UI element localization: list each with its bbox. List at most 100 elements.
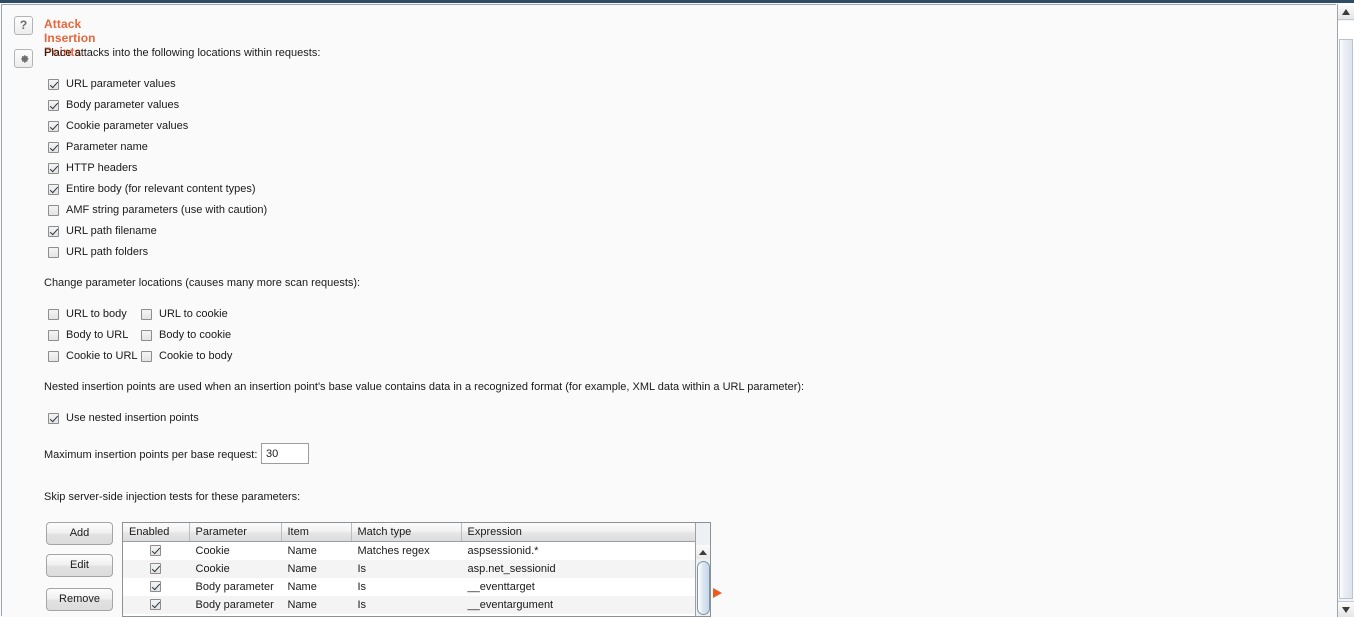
add-button[interactable]: Add bbox=[46, 522, 113, 545]
checkbox-url-path-folders[interactable]: URL path folders bbox=[48, 246, 148, 258]
window-scrollbar[interactable] bbox=[1337, 4, 1354, 617]
table-header-row: Enabled Parameter Item Match type Expression bbox=[123, 523, 697, 542]
cell-item[interactable]: Name bbox=[281, 559, 351, 578]
nested-insertion-text: Nested insertion points are used when an… bbox=[44, 381, 805, 393]
checkbox-label: Parameter name bbox=[66, 141, 148, 153]
checkbox-url-to-cookie[interactable]: URL to cookie bbox=[141, 308, 228, 320]
intro-text: Place attacks into the following locatio… bbox=[44, 47, 321, 59]
cell-parameter[interactable]: Body parameter bbox=[189, 595, 281, 614]
checkbox-label: URL to body bbox=[66, 308, 127, 320]
table-scrollbar[interactable] bbox=[695, 523, 710, 616]
cell-expression[interactable]: __eventtarget bbox=[461, 578, 696, 596]
cell-enabled[interactable] bbox=[123, 559, 189, 578]
checkbox-body-parameter-values[interactable]: Body parameter values bbox=[48, 99, 179, 111]
checkbox-cookie-to-body[interactable]: Cookie to body bbox=[141, 350, 232, 362]
checkbox-url-to-body[interactable]: URL to body bbox=[48, 308, 127, 320]
cell-parameter[interactable]: Cookie bbox=[189, 542, 281, 560]
checkbox-use-nested-insertion-points[interactable]: Use nested insertion points bbox=[48, 412, 199, 424]
checkbox-cookie-parameter-values[interactable]: Cookie parameter values bbox=[48, 120, 188, 132]
column-header-enabled[interactable]: Enabled bbox=[123, 523, 190, 542]
checkbox[interactable] bbox=[48, 246, 59, 258]
cell-expression[interactable]: asp.net_sessionid bbox=[461, 559, 696, 578]
checkbox-parameter-name[interactable]: Parameter name bbox=[48, 141, 148, 153]
checkbox-label: URL to cookie bbox=[159, 308, 228, 320]
checkbox-label: Use nested insertion points bbox=[66, 412, 199, 424]
checkbox[interactable] bbox=[48, 350, 59, 362]
table-row[interactable]: Cookie Name Matches regex aspsessionid.* bbox=[123, 542, 696, 560]
column-header-match-type[interactable]: Match type bbox=[351, 523, 462, 542]
cell-parameter[interactable]: Cookie bbox=[189, 559, 281, 578]
checkbox[interactable] bbox=[48, 162, 59, 174]
checkbox[interactable] bbox=[48, 204, 59, 216]
column-header-item[interactable]: Item bbox=[281, 523, 352, 542]
checkbox[interactable] bbox=[48, 183, 59, 195]
checkbox-label: Cookie parameter values bbox=[66, 120, 189, 132]
checkbox-label: Cookie to body bbox=[159, 350, 233, 362]
table-body: Cookie Name Matches regex aspsessionid.* Coo… bbox=[123, 542, 696, 614]
window-scrollbar-thumb[interactable] bbox=[1339, 39, 1353, 599]
checkbox[interactable] bbox=[48, 78, 59, 90]
cell-match-type[interactable]: Matches regex bbox=[351, 542, 461, 560]
checkbox[interactable] bbox=[48, 141, 59, 153]
skip-tests-text: Skip server-side injection tests for the… bbox=[44, 491, 301, 503]
checkbox[interactable] bbox=[48, 120, 59, 132]
checkbox[interactable] bbox=[141, 329, 152, 341]
checkbox[interactable] bbox=[48, 329, 59, 341]
table-scrollbar-thumb[interactable] bbox=[697, 561, 710, 615]
cell-expression[interactable]: aspsessionid.* bbox=[461, 542, 696, 560]
checkbox[interactable] bbox=[141, 350, 152, 362]
max-insertion-label: Maximum insertion points per base reques… bbox=[44, 449, 258, 461]
checkbox[interactable] bbox=[141, 308, 152, 320]
checkbox-amf-string-parameters-use-with-caution[interactable]: AMF string parameters (use with caution) bbox=[48, 204, 267, 216]
checkbox-url-parameter-values[interactable]: URL parameter values bbox=[48, 78, 176, 90]
row-enabled-checkbox[interactable] bbox=[150, 581, 162, 593]
change-locations-text: Change parameter locations (causes many … bbox=[44, 277, 361, 289]
checkbox-http-headers[interactable]: HTTP headers bbox=[48, 162, 137, 174]
edit-button[interactable]: Edit bbox=[46, 554, 113, 577]
checkbox-url-path-filename[interactable]: URL path filename bbox=[48, 225, 157, 237]
cell-item[interactable]: Name bbox=[281, 578, 351, 596]
checkbox-entire-body-for-relevant-content-types[interactable]: Entire body (for relevant content types) bbox=[48, 183, 256, 195]
checkbox-body-to-cookie[interactable]: Body to cookie bbox=[141, 329, 231, 341]
window-scroll-up-arrow-icon[interactable] bbox=[1338, 4, 1354, 20]
cell-enabled[interactable] bbox=[123, 578, 189, 596]
checkbox[interactable] bbox=[48, 225, 59, 237]
column-header-expression[interactable]: Expression bbox=[461, 523, 697, 542]
checkbox-label: Cookie to URL bbox=[66, 350, 138, 362]
checkbox[interactable] bbox=[48, 99, 59, 111]
cell-match-type[interactable]: Is bbox=[351, 578, 461, 596]
skip-parameters-table[interactable]: Enabled Parameter Item Match type Expression… bbox=[122, 522, 711, 617]
window-scroll-down-arrow-icon[interactable] bbox=[1338, 601, 1354, 617]
checkbox-body-to-url[interactable]: Body to URL bbox=[48, 329, 128, 341]
application-window: ? Attack Insertion Points Place attacks … bbox=[0, 0, 1354, 617]
row-enabled-checkbox[interactable] bbox=[150, 599, 162, 611]
cell-match-type[interactable]: Is bbox=[351, 559, 461, 578]
scroll-up-arrow-icon[interactable] bbox=[696, 545, 710, 559]
cell-enabled[interactable] bbox=[123, 542, 189, 560]
checkbox-label: AMF string parameters (use with caution) bbox=[66, 204, 268, 216]
cell-enabled[interactable] bbox=[123, 595, 189, 614]
cell-match-type[interactable]: Is bbox=[351, 595, 461, 614]
checkbox-label: Body to URL bbox=[66, 329, 129, 341]
gear-icon[interactable] bbox=[14, 49, 33, 68]
window-scrollbar-track[interactable] bbox=[1338, 21, 1354, 599]
checkbox-label: Body parameter values bbox=[66, 99, 180, 111]
column-header-parameter[interactable]: Parameter bbox=[189, 523, 282, 542]
cell-item[interactable]: Name bbox=[281, 542, 351, 560]
table-row[interactable]: Body parameter Name Is __eventargument bbox=[123, 595, 696, 614]
cell-parameter[interactable]: Body parameter bbox=[189, 578, 281, 596]
remove-button[interactable]: Remove bbox=[46, 588, 113, 611]
checkbox[interactable] bbox=[48, 308, 59, 320]
checkbox-cookie-to-url[interactable]: Cookie to URL bbox=[48, 350, 138, 362]
checkbox[interactable] bbox=[48, 412, 59, 424]
checkbox-label: Body to cookie bbox=[159, 329, 232, 341]
cell-expression[interactable]: __eventargument bbox=[461, 595, 696, 614]
max-insertion-input[interactable] bbox=[261, 443, 309, 464]
checkbox-label: URL parameter values bbox=[66, 78, 176, 90]
question-mark-icon[interactable]: ? bbox=[14, 16, 33, 35]
table-row[interactable]: Cookie Name Is asp.net_sessionid bbox=[123, 559, 696, 578]
row-enabled-checkbox[interactable] bbox=[150, 545, 162, 557]
row-enabled-checkbox[interactable] bbox=[150, 563, 162, 575]
table-row[interactable]: Body parameter Name Is __eventtarget bbox=[123, 578, 696, 596]
cell-item[interactable]: Name bbox=[281, 595, 351, 614]
